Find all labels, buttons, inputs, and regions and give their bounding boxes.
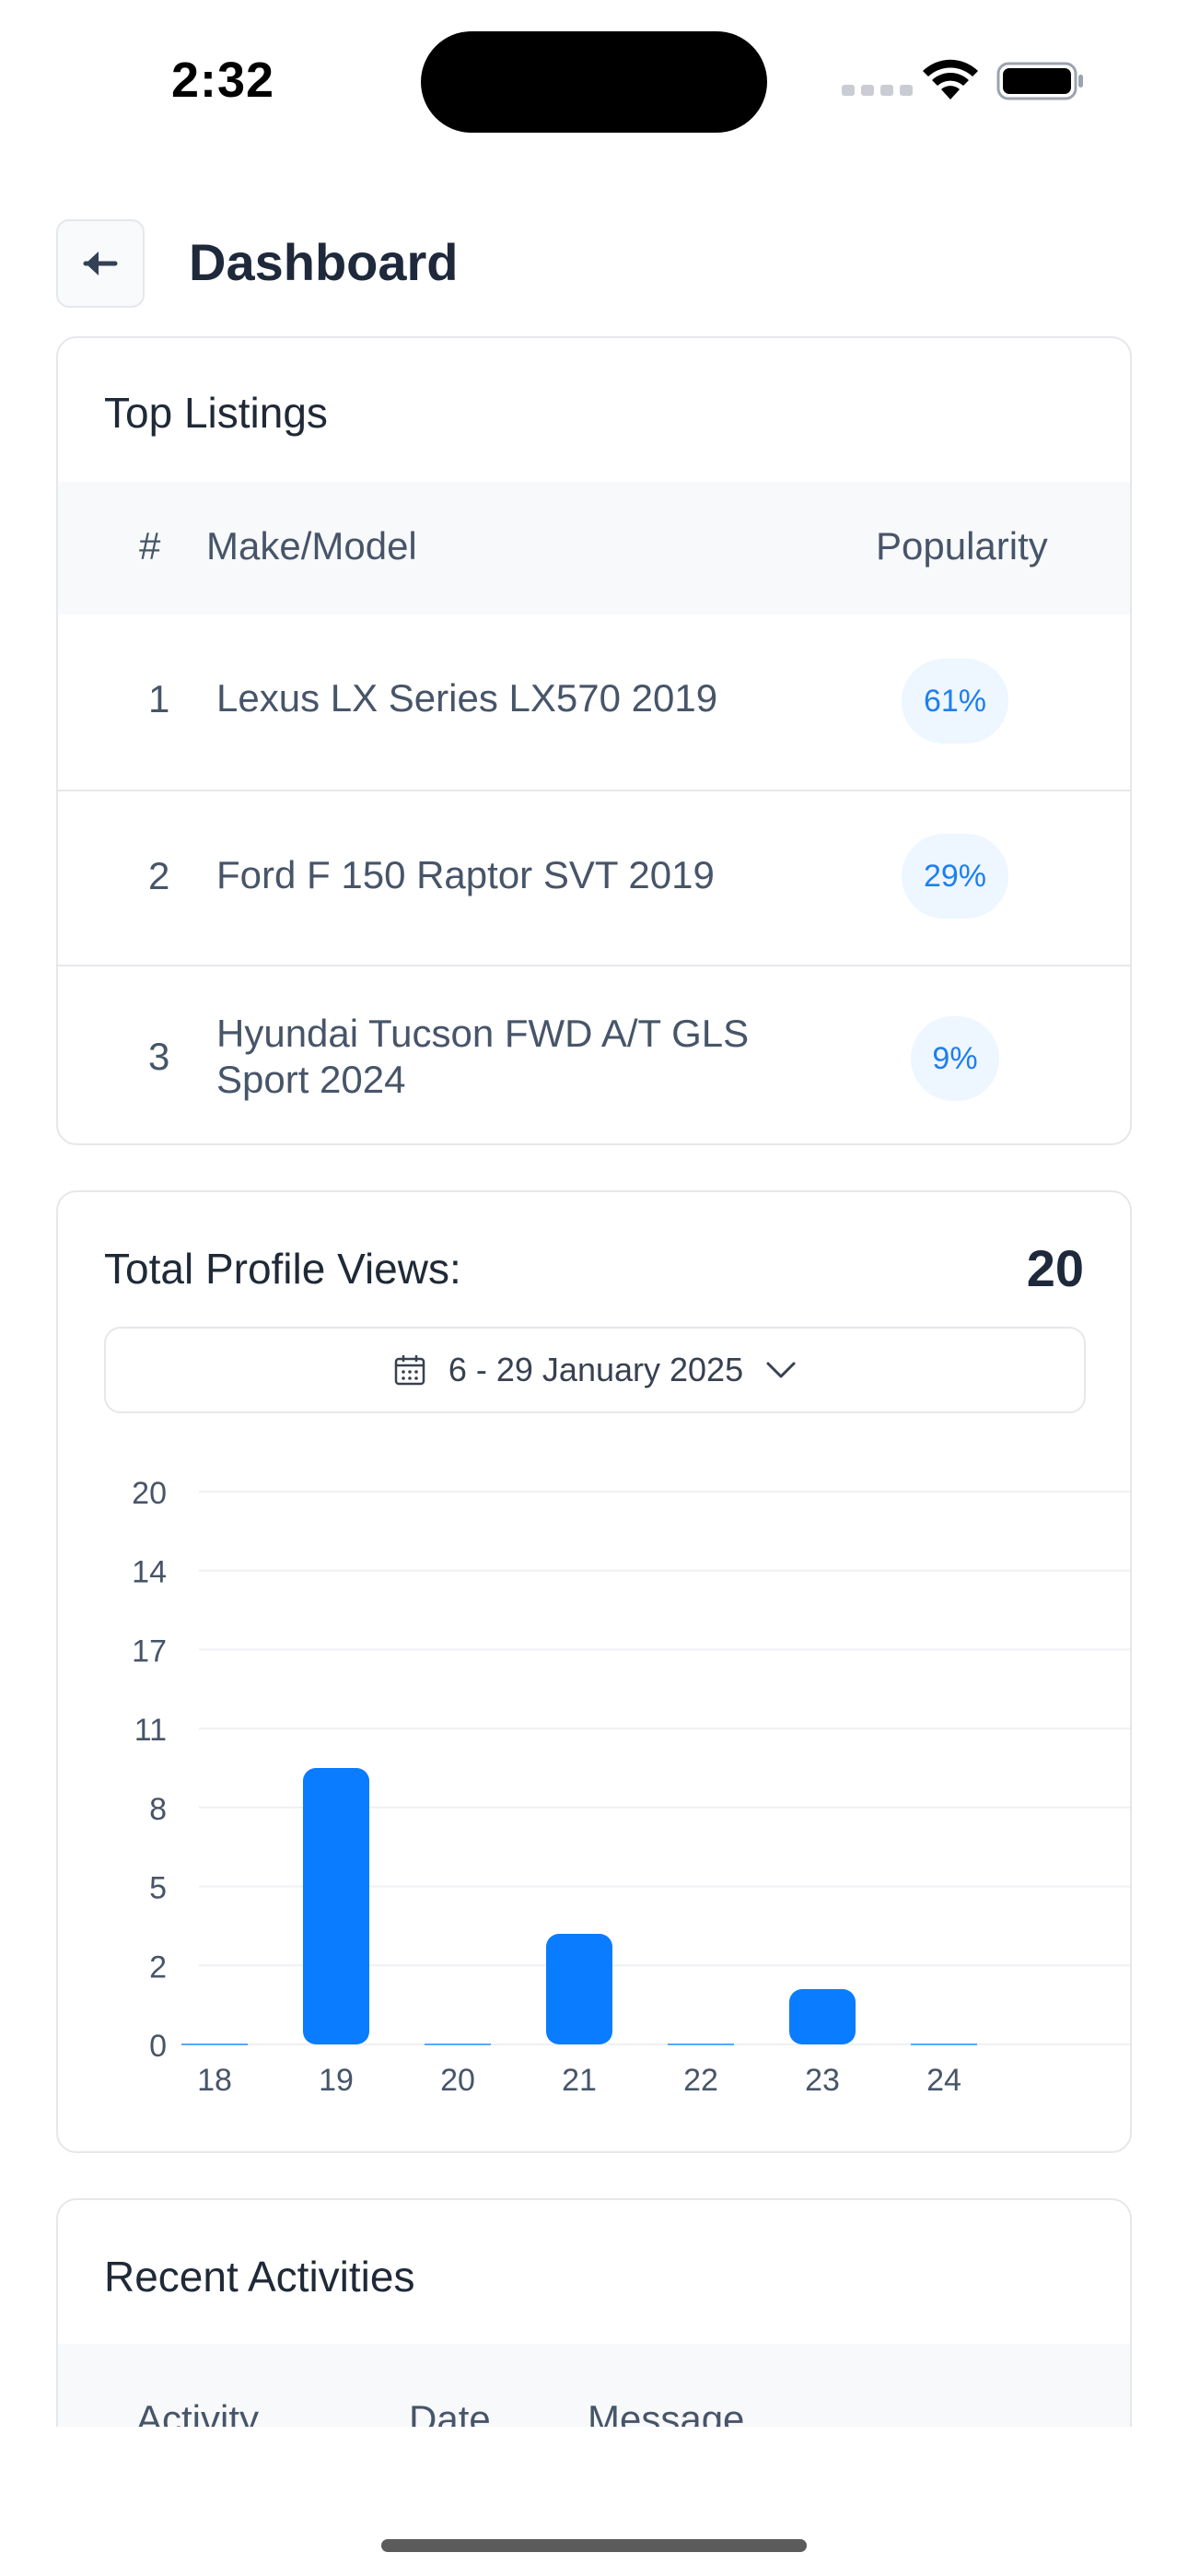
table-row[interactable]: 3 Hyundai Tucson FWD A/T GLS Sport 2024 …: [58, 965, 1130, 1143]
table-row[interactable]: 1 Lexus LX Series LX570 2019 61%: [58, 615, 1130, 790]
back-button[interactable]: [56, 219, 145, 308]
column-header-model: Make/Model: [206, 524, 417, 568]
row-rank: 1: [148, 677, 170, 720]
arrow-left-icon: [83, 252, 118, 275]
status-bar: 2:32: [0, 0, 1188, 157]
x-tick-label: 24: [926, 2063, 961, 2098]
popularity-badge: 61%: [902, 659, 1008, 744]
top-listings-card: Top Listings # Make/Model Popularity 1 L…: [56, 336, 1132, 1145]
x-tick-label: 23: [805, 2063, 840, 2098]
y-tick-label: 0: [149, 2029, 167, 2064]
row-rank: 2: [148, 854, 170, 897]
table-row[interactable]: 2 Ford F 150 Raptor SVT 2019 29%: [58, 790, 1130, 965]
y-tick-label: 2: [149, 1950, 167, 1985]
page-title: Dashboard: [189, 233, 459, 291]
y-tick-label: 8: [149, 1792, 167, 1827]
x-tick-label: 18: [197, 2063, 232, 2098]
dynamic-island: [421, 31, 767, 133]
row-model: Lexus LX Series LX570 2019: [216, 676, 718, 720]
bottom-fade: [0, 2427, 1188, 2576]
column-header-rank: #: [139, 524, 161, 568]
profile-views-card: Total Profile Views: 20 6 - 29 January 2…: [56, 1190, 1132, 2153]
chart-bar[interactable]: [303, 1768, 369, 2044]
profile-views-bar-chart: 0 2 5 8 11 17 14 20 18 19 20 21 22 23 24: [132, 1476, 1130, 2098]
y-tick-label: 14: [132, 1555, 167, 1590]
y-tick-label: 11: [134, 1713, 167, 1748]
row-model: Hyundai Tucson FWD A/T GLS Sport 2024: [216, 1012, 750, 1101]
top-listings-title: Top Listings: [104, 389, 328, 437]
chart-bar[interactable]: [546, 1934, 612, 2044]
popularity-badge: 29%: [902, 834, 1008, 919]
x-tick-label: 21: [562, 2063, 597, 2098]
wifi-icon: [923, 59, 978, 100]
row-rank: 3: [148, 1035, 170, 1078]
popularity-badge: 9%: [911, 1016, 999, 1101]
x-tick-label: 19: [319, 2063, 354, 2098]
table-header: # Make/Model Popularity: [58, 482, 1130, 615]
y-tick-label: 20: [132, 1476, 167, 1511]
recent-activities-title: Recent Activities: [104, 2253, 415, 2301]
y-tick-label: 5: [149, 1871, 167, 1906]
chart-bar[interactable]: [789, 1989, 856, 2044]
x-tick-label: 22: [683, 2063, 718, 2098]
x-tick-label: 20: [440, 2063, 475, 2098]
status-time: 2:32: [171, 53, 275, 108]
home-indicator[interactable]: [381, 2539, 807, 2552]
battery-icon: [996, 62, 1083, 100]
cellular-signal-icon: [842, 85, 913, 96]
row-model: Ford F 150 Raptor SVT 2019: [216, 853, 715, 896]
y-tick-label: 17: [132, 1633, 167, 1669]
column-header-popularity: Popularity: [876, 524, 1048, 568]
